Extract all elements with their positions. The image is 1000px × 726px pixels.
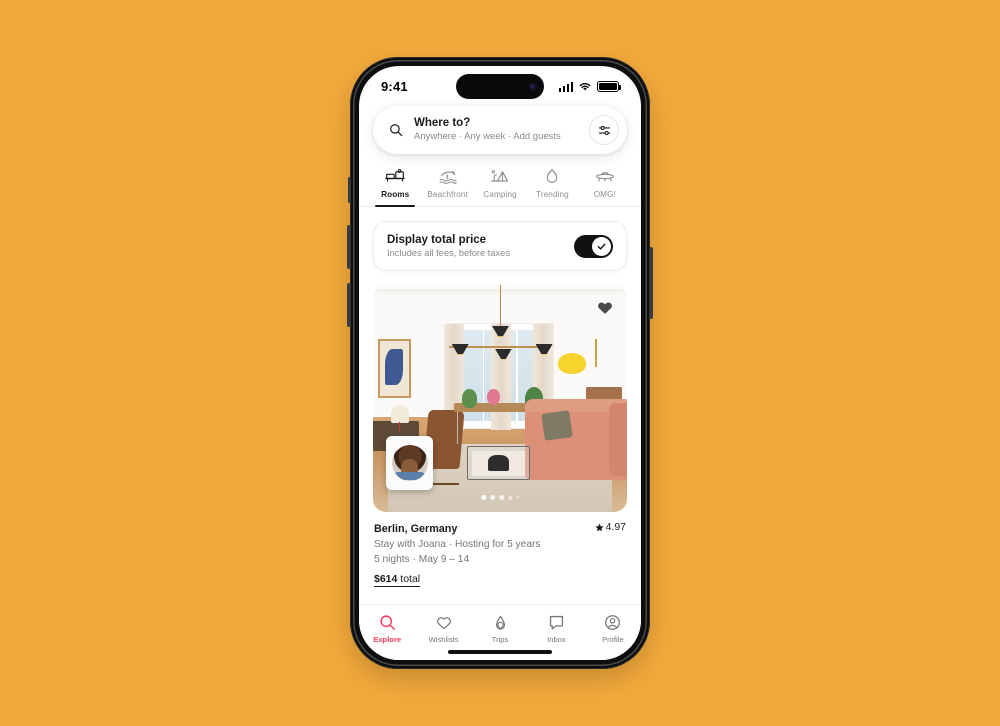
photo-pagination-dots [481,495,519,500]
listing-host-line: Stay with Joana · Hosting for 5 years [374,538,541,550]
tab-trips[interactable]: Trips [472,612,528,644]
tab-label: Explore [373,635,402,644]
avatar [391,445,428,481]
tent-icon [490,166,510,186]
front-camera-icon [529,82,537,91]
tab-label: Inbox [547,635,566,644]
listing-rating: 4.97 [595,521,626,533]
dot[interactable] [481,495,487,500]
status-icons [558,81,621,92]
search-title: Where to? [414,117,471,130]
dot[interactable] [507,495,512,500]
listing-info: Berlin, Germany 4.97 Stay with Joana · H… [373,512,627,587]
search-area: Where to? Anywhere · Any week · Add gues… [359,104,641,154]
category-tab-camping[interactable]: Camping [474,166,526,206]
tab-label: Wishlists [428,635,459,644]
category-label: Beachfront [427,190,468,199]
search-icon [379,612,396,633]
battery-icon [597,81,621,92]
search-bar[interactable]: Where to? Anywhere · Any week · Add gues… [373,106,627,154]
toggle-texts: Display total price Includes all fees, b… [387,234,574,258]
power-button[interactable] [649,247,653,319]
home-indicator[interactable] [448,650,552,654]
listing-dates-line: 5 nights · May 9 – 14 [374,553,470,565]
category-tab-omg[interactable]: OMG! [579,166,631,206]
phone-device: 9:41 Where to? Anywhere · Any week · Add… [347,57,653,669]
status-bar: 9:41 [359,66,641,104]
dot[interactable] [490,495,496,500]
search-subtitle: Anywhere · Any week · Add guests [414,130,561,142]
search-icon [390,124,403,137]
category-tab-rooms[interactable]: Rooms [369,166,421,207]
favorite-button[interactable] [593,295,617,319]
bed-icon [385,166,405,186]
volume-up-button[interactable] [347,225,351,269]
check-icon [597,243,606,250]
dot[interactable] [499,495,504,500]
heart-icon [435,612,453,633]
category-tab-trending[interactable]: Trending [526,166,578,206]
ufo-icon [595,166,615,186]
search-texts: Where to? Anywhere · Any week · Add gues… [414,116,589,143]
beach-icon [438,166,458,186]
profile-icon [604,612,621,633]
tab-label: Profile [602,635,624,644]
price-suffix: total [397,572,421,585]
category-tabs: Rooms Beachfront Camping Trending OMG! [359,154,641,207]
message-icon [548,612,565,633]
dynamic-island [456,74,544,99]
tab-profile[interactable]: Profile [585,612,641,644]
rating-value: 4.97 [605,521,626,533]
tab-explore[interactable]: Explore [359,612,415,644]
price-amount: $614 [374,572,398,585]
toggle-title: Display total price [387,234,487,246]
category-label: Trending [536,190,569,199]
status-time: 9:41 [381,79,408,94]
star-icon [595,523,604,531]
total-price-toggle-card[interactable]: Display total price Includes all fees, b… [373,221,627,271]
volume-down-button[interactable] [347,283,351,327]
filter-button[interactable] [589,115,619,145]
flame-icon [543,166,561,186]
tab-inbox[interactable]: Inbox [528,612,584,644]
cellular-signal-icon [558,81,573,92]
toggle-subtitle: Includes all fees, before taxes [387,248,510,258]
listing-location: Berlin, Germany [374,522,458,535]
tab-label: Trips [491,635,509,644]
filter-sliders-icon [598,125,610,135]
dot[interactable] [515,496,519,499]
listing-photo[interactable] [373,285,627,512]
listing-card[interactable]: Berlin, Germany 4.97 Stay with Joana · H… [359,271,641,587]
category-label: OMG! [593,190,616,199]
listing-price[interactable]: $614 total [374,572,421,587]
total-price-toggle-card-wrap: Display total price Includes all fees, b… [359,207,641,271]
tab-wishlists[interactable]: Wishlists [415,612,471,644]
category-tab-beachfront[interactable]: Beachfront [421,166,473,206]
heart-icon [596,300,614,316]
wifi-icon [579,83,591,91]
switch-knob [592,236,611,256]
phone-screen: 9:41 Where to? Anywhere · Any week · Add… [359,66,641,660]
airbnb-icon [492,612,509,633]
listing-header-row: Berlin, Germany 4.97 [374,521,626,535]
silent-switch[interactable] [347,177,351,203]
host-avatar-card [386,436,433,490]
display-total-price-switch[interactable] [574,234,613,258]
category-label: Rooms [381,190,410,199]
category-label: Camping [483,190,517,199]
